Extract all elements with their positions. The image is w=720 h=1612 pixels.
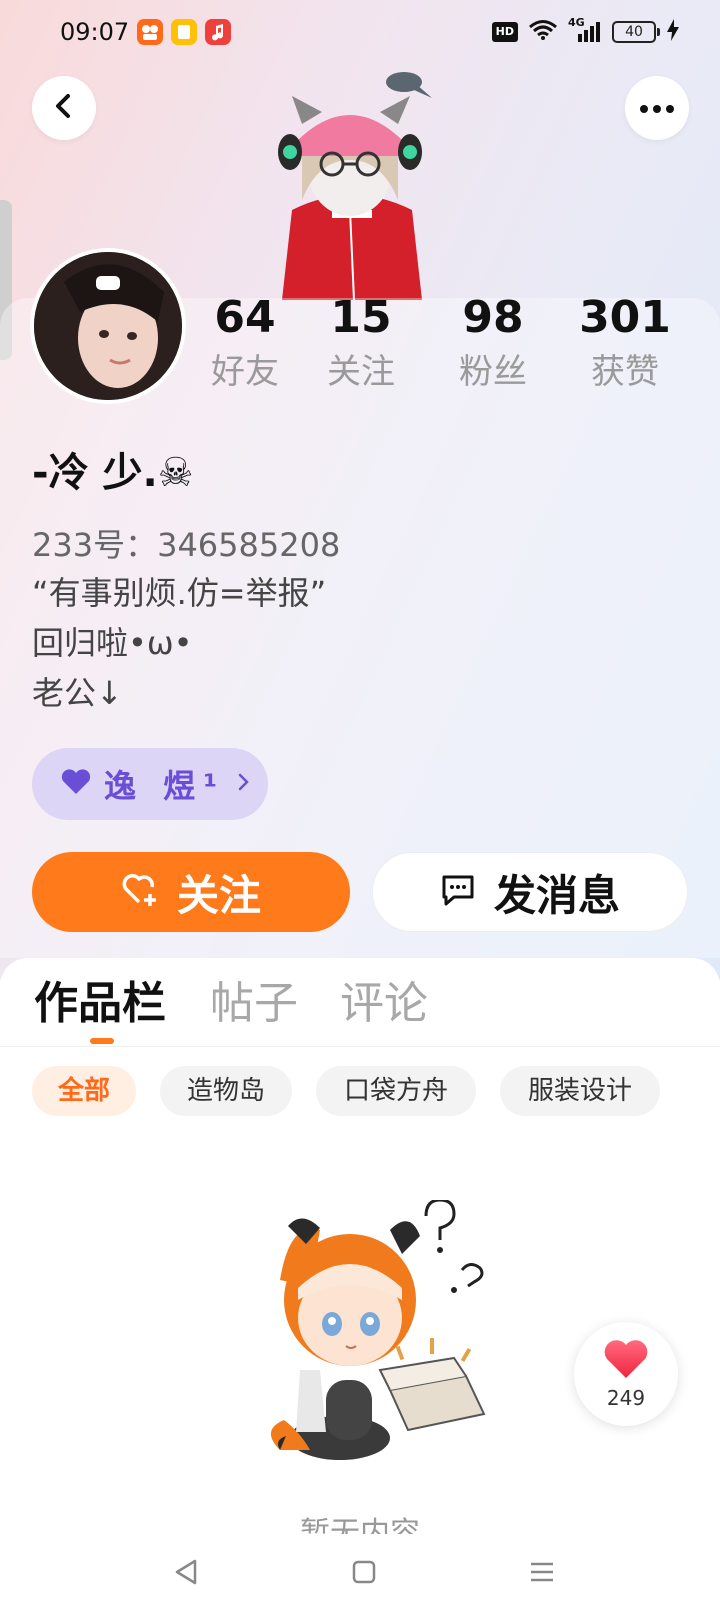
filter-chip-creation-island[interactable]: 造物岛 — [160, 1066, 292, 1116]
stat-label: 粉丝 — [459, 352, 527, 392]
nav-menu-icon[interactable] — [522, 1552, 562, 1592]
system-nav-bar — [0, 1534, 720, 1612]
chat-bubble-icon — [440, 873, 476, 911]
music-app-icon — [205, 19, 231, 45]
tab-posts[interactable]: 帖子 — [210, 976, 298, 1032]
relationship-tag[interactable]: 逸 煜¹ — [32, 748, 268, 820]
follow-button[interactable]: 关注 — [32, 852, 350, 932]
filter-chip-costume-design[interactable]: 服装设计 — [500, 1066, 660, 1116]
filter-chip-pocket-ark[interactable]: 口袋方舟 — [316, 1066, 476, 1116]
stat-following[interactable]: 15 关注 — [306, 292, 416, 396]
back-button[interactable] — [32, 76, 96, 140]
stat-label: 获赞 — [591, 352, 659, 392]
battery-indicator: 40 — [612, 21, 660, 43]
status-time: 09:07 — [60, 18, 130, 46]
status-indicators: HD 4G 40 — [491, 16, 680, 45]
username: -冷 少.☠ — [32, 450, 194, 496]
heart-icon — [60, 768, 92, 800]
empty-state-illustration — [240, 1198, 520, 1470]
chevron-left-icon — [52, 92, 76, 124]
network-type-label: 4G — [568, 16, 585, 29]
more-dots-icon — [639, 99, 675, 118]
follow-label: 关注 — [176, 870, 261, 920]
send-message-button[interactable]: 发消息 — [372, 852, 688, 932]
notes-app-icon — [171, 19, 197, 45]
stat-value: 15 — [330, 292, 392, 343]
stat-fans[interactable]: 98 粉丝 — [438, 292, 548, 396]
filter-chip-all[interactable]: 全部 — [32, 1066, 136, 1116]
avatar-character-image — [262, 60, 442, 301]
tab-works[interactable]: 作品栏 — [34, 976, 166, 1032]
wifi-icon — [528, 19, 558, 45]
tab-comments[interactable]: 评论 — [340, 976, 428, 1032]
stat-friends[interactable]: 64 好友 — [190, 292, 300, 396]
stat-value: 98 — [462, 292, 524, 343]
stat-label: 好友 — [211, 352, 279, 392]
hd-badge: HD — [491, 22, 518, 42]
charging-icon — [666, 19, 680, 45]
avatar-image — [34, 252, 182, 400]
tab-divider — [0, 1046, 720, 1047]
stat-value: 64 — [214, 292, 276, 343]
like-button[interactable]: 249 — [574, 1322, 678, 1426]
stat-value: 301 — [579, 292, 671, 343]
signal-icon: 4G — [568, 16, 602, 44]
heart-icon — [603, 1338, 649, 1384]
heart-plus-icon — [121, 872, 161, 912]
bio-line: 老公↓ — [32, 674, 123, 712]
tag-label: 逸 煜¹ — [104, 767, 226, 805]
stat-likes[interactable]: 301 获赞 — [570, 292, 680, 396]
bio-line: “有事别烦.仿=举报” — [32, 574, 327, 612]
bio-line: 回归啦•ω• — [32, 624, 193, 662]
nav-home-icon[interactable] — [344, 1552, 384, 1592]
stat-label: 关注 — [327, 352, 395, 392]
user-id[interactable]: 233号：346585208 — [32, 520, 340, 566]
message-label: 发消息 — [493, 870, 620, 920]
kuaishou-app-icon — [137, 19, 163, 45]
chevron-right-icon — [237, 772, 251, 796]
avatar[interactable] — [30, 248, 186, 404]
like-count: 249 — [606, 1386, 646, 1410]
more-options-button[interactable] — [625, 76, 689, 140]
profile-stats: 64 好友 15 关注 98 粉丝 301 获赞 — [200, 292, 700, 402]
nav-back-icon[interactable] — [166, 1552, 206, 1592]
active-tab-indicator — [90, 1038, 114, 1044]
status-bar: 09:07 HD 4G 40 — [0, 0, 720, 64]
